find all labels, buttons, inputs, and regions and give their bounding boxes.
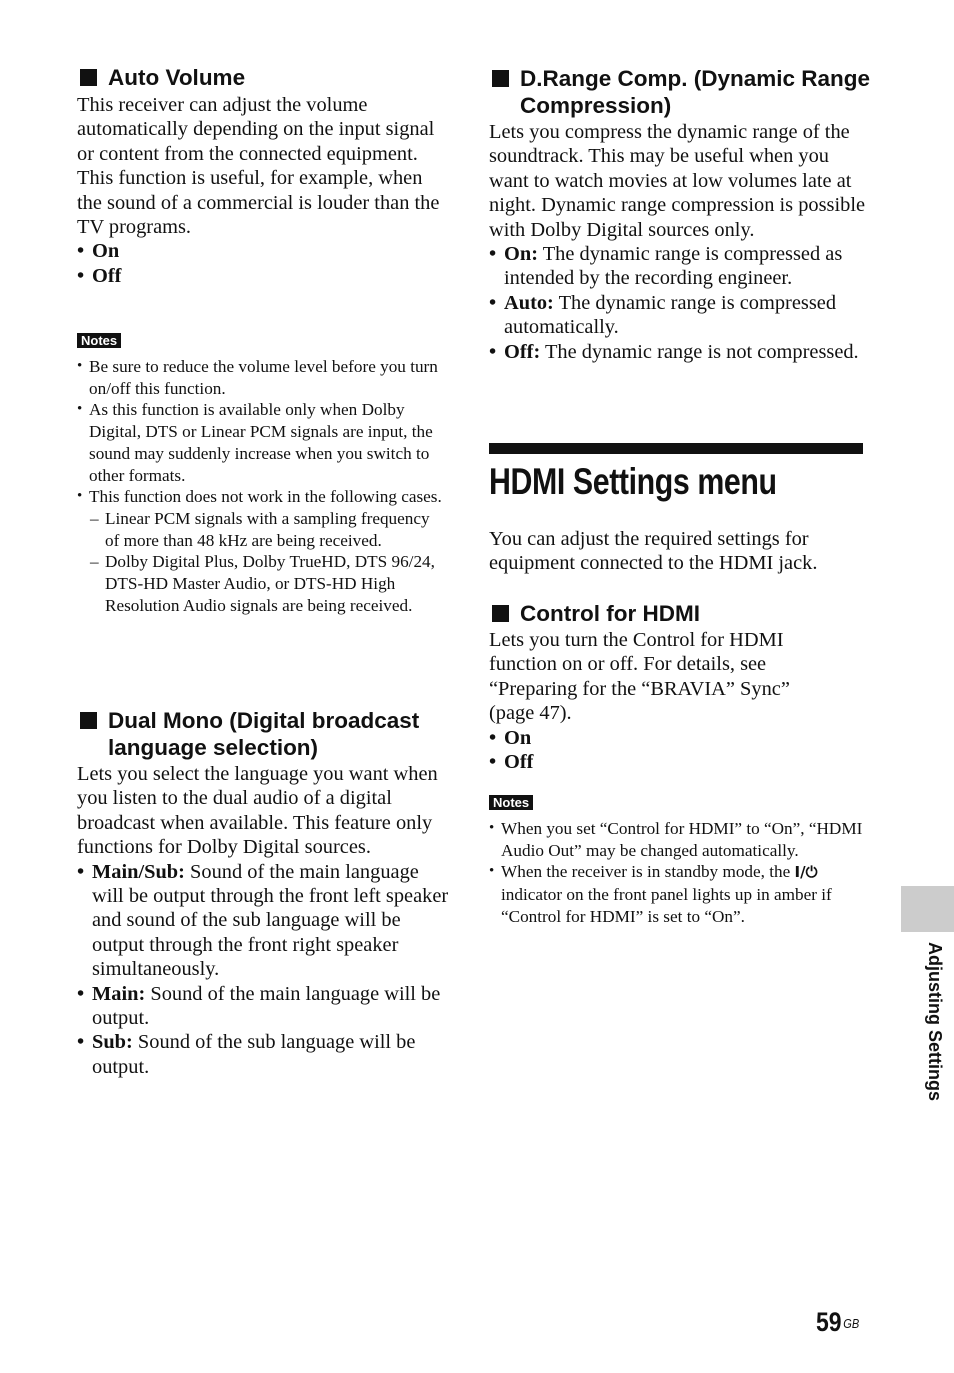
option-item: Auto: The dynamic range is compressed au… <box>489 291 867 340</box>
paragraph: This function is useful, for example, wh… <box>77 167 440 239</box>
note-sub-item: Dolby Digital Plus, Dolby TrueHD, DTS 96… <box>89 551 445 616</box>
dual-mono-body: Lets you select the language you want wh… <box>77 762 449 1079</box>
paragraph: This receiver can adjust the volume auto… <box>77 94 435 165</box>
section-heading-drange: D.Range Comp. (Dynamic Range Compression… <box>489 65 900 119</box>
page-title: HDMI Settings menu <box>489 461 777 502</box>
hdmi-intro: You can adjust the required settings for… <box>489 527 861 576</box>
option-item: Off: The dynamic range is not compressed… <box>489 340 867 365</box>
option-item: Sub: Sound of the sub language will be o… <box>77 1030 449 1079</box>
note-item: This function does not work in the follo… <box>77 486 445 616</box>
page-number: 59 GB <box>816 1307 860 1337</box>
option-item: On <box>77 239 449 264</box>
notes-label: Notes <box>489 795 534 810</box>
note-item: When the receiver is in standby mode, th… <box>489 861 863 927</box>
option-item: Main: Sound of the main language will be… <box>77 982 449 1031</box>
option-item: On: The dynamic range is compressed as i… <box>489 242 867 291</box>
region-suffix: GB <box>843 1316 860 1331</box>
power-standby-icon: I/⏻ <box>794 863 818 882</box>
note-item: Be sure to reduce the volume level befor… <box>77 356 445 399</box>
section-square-icon <box>80 69 97 86</box>
note-item: As this function is available only when … <box>77 399 445 486</box>
paragraph: Lets you compress the dynamic range of t… <box>489 121 866 241</box>
section-square-icon <box>80 712 97 729</box>
note-sub-list: Linear PCM signals with a sampling frequ… <box>89 508 445 617</box>
notes-label: Notes <box>77 333 122 348</box>
section-heading-auto-volume: Auto Volume <box>77 64 480 91</box>
option-item: Off <box>77 264 449 289</box>
section-square-icon <box>492 70 509 87</box>
paragraph: Lets you select the language you want wh… <box>77 763 438 859</box>
section-heading-control-hdmi: Control for HDMI <box>489 600 892 627</box>
chapter-tab-marker <box>901 886 954 932</box>
note-sub-item: Linear PCM signals with a sampling frequ… <box>89 508 445 551</box>
section-heading-dual-mono: Dual Mono (Digital broadcast language se… <box>77 707 480 761</box>
option-item: Main/Sub: Sound of the main language wil… <box>77 860 449 982</box>
paragraph: You can adjust the required settings for… <box>489 528 818 575</box>
note-item: When you set “Control for HDMI” to “On”,… <box>489 818 863 861</box>
section-rule <box>489 443 863 454</box>
control-hdmi-body: Lets you turn the Control for HDMI funct… <box>489 628 819 775</box>
option-list: On: The dynamic range is compressed as i… <box>489 242 867 364</box>
option-list: On Off <box>489 726 819 775</box>
option-item: Off <box>489 750 819 775</box>
option-list: Main/Sub: Sound of the main language wil… <box>77 860 449 1080</box>
section-square-icon <box>492 605 509 622</box>
drange-body: Lets you compress the dynamic range of t… <box>489 120 867 364</box>
option-list: On Off <box>77 239 449 288</box>
option-item: On <box>489 726 819 751</box>
notes-list: When you set “Control for HDMI” to “On”,… <box>489 818 863 928</box>
chapter-side-label: Adjusting Settings <box>925 942 945 1101</box>
auto-volume-body: This receiver can adjust the volume auto… <box>77 93 449 289</box>
paragraph: Lets you turn the Control for HDMI funct… <box>489 629 790 725</box>
notes-list: Be sure to reduce the volume level befor… <box>77 356 445 616</box>
